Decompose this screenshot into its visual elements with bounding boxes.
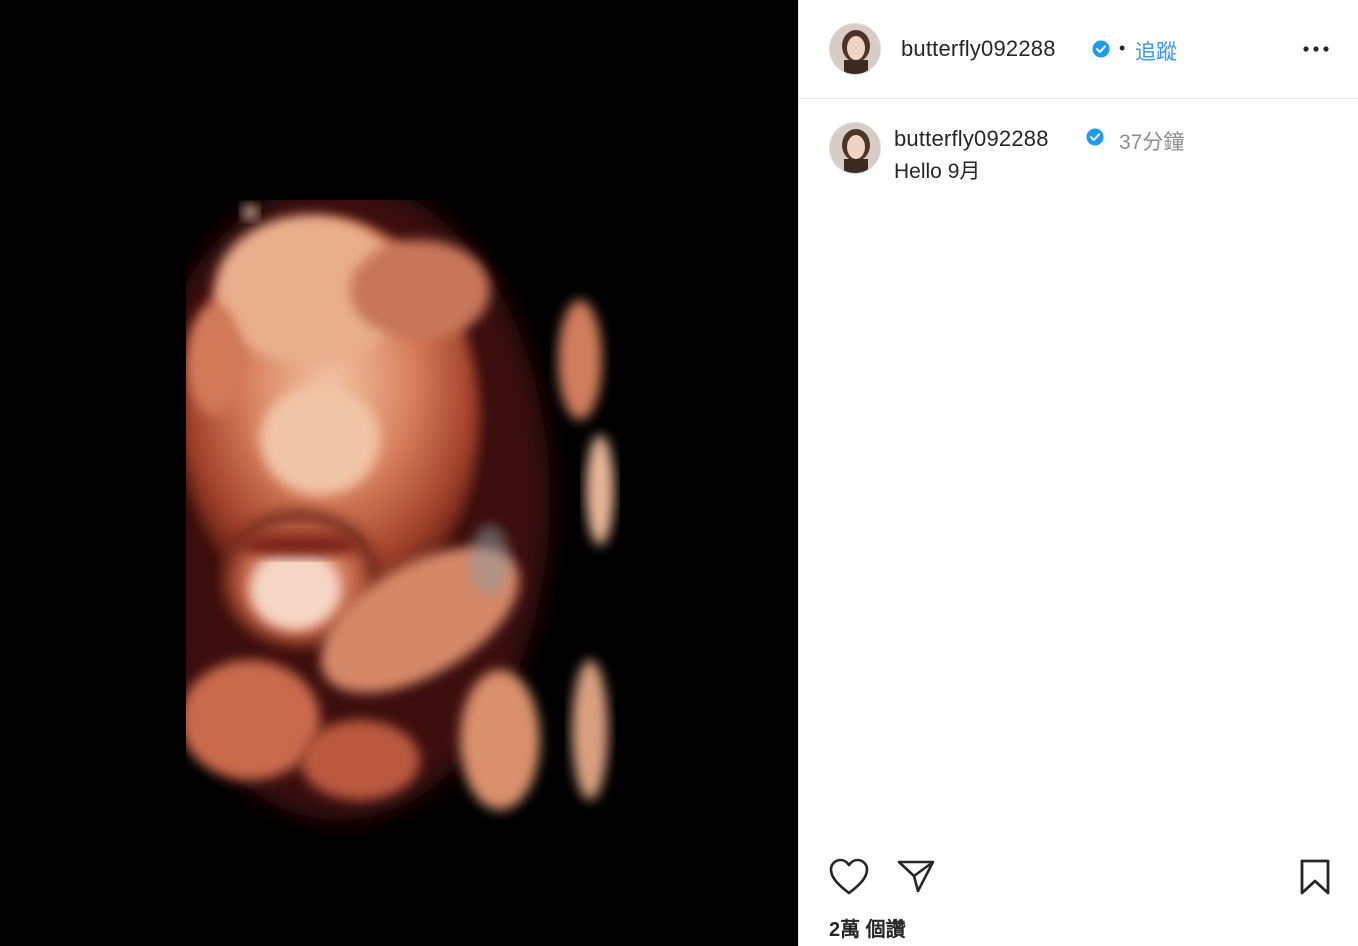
caption-block: butterfly092288 37分鐘 Hello 9月 [799,100,1358,220]
save-button[interactable] [1298,858,1332,896]
share-button[interactable] [896,858,936,894]
bookmark-icon [1300,859,1330,895]
post-media[interactable] [0,0,798,946]
caption-text: Hello 9月 [894,160,981,183]
post-side-panel: butterfly092288 • 追蹤 butterfly092288 37分… [798,0,1358,946]
caption-username[interactable]: butterfly092288 [894,126,1049,152]
post-header: butterfly092288 • 追蹤 [799,0,1358,99]
heart-icon [829,858,869,895]
paper-plane-icon [897,860,935,893]
separator-dot: • [1119,38,1126,58]
likes-count[interactable]: 2萬 個讚 [829,913,906,942]
verified-badge-icon [1092,40,1110,58]
ellipsis-icon [1303,46,1329,52]
verified-badge-icon [1086,128,1104,146]
username[interactable]: butterfly092288 [901,36,1056,62]
action-bar [799,850,1358,910]
follow-button[interactable]: 追蹤 [1135,36,1177,66]
like-button[interactable] [829,858,869,896]
more-options-button[interactable] [1301,34,1331,64]
caption-avatar[interactable] [829,122,881,174]
post-timestamp[interactable]: 37分鐘 [1119,126,1184,156]
ultrasound-image [0,0,798,946]
avatar[interactable] [829,23,881,75]
